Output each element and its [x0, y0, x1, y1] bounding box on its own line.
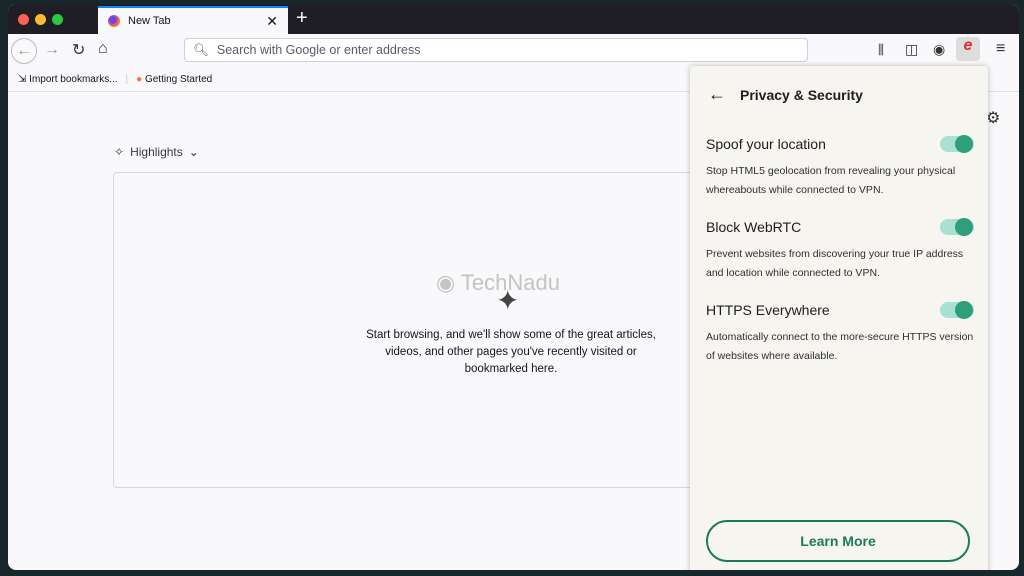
- search-icon: 🔍︎: [193, 42, 209, 57]
- account-icon[interactable]: ◉: [933, 41, 945, 58]
- menu-icon[interactable]: ≡: [996, 40, 1005, 58]
- nav-toolbar: ← → ↻ ⌂ 🔍︎ Search with Google or enter ad…: [8, 34, 1019, 68]
- panel-title: Privacy & Security: [740, 86, 863, 103]
- firefox-icon: ●: [136, 74, 143, 85]
- tab-new-tab[interactable]: New Tab ✕: [98, 6, 288, 34]
- back-button[interactable]: ←: [11, 38, 37, 64]
- reload-button[interactable]: ↻: [72, 40, 85, 60]
- close-window-button[interactable]: [18, 14, 29, 25]
- bookmark-label: Getting Started: [144, 74, 213, 85]
- firefox-icon: [108, 15, 120, 27]
- tab-title: New Tab: [128, 15, 171, 27]
- address-bar[interactable]: 🔍︎ Search with Google or enter address: [184, 38, 808, 62]
- vpn-privacy-panel: ← Privacy & Security Spoof your location S…: [690, 66, 988, 570]
- gear-icon[interactable]: ⚙: [986, 108, 1000, 128]
- bookmark-getting-started[interactable]: ● Getting Started: [136, 74, 212, 85]
- section-title: Highlights: [130, 145, 183, 159]
- bookmark-import[interactable]: ⇲ Import bookmarks...: [18, 74, 118, 85]
- sparkle-icon: ✧: [114, 145, 125, 159]
- close-tab-icon[interactable]: ✕: [266, 13, 278, 30]
- option-title: Spoof your location: [706, 136, 826, 152]
- empty-message: Start browsing, and we'll show some of t…: [366, 329, 656, 375]
- block-webrtc-toggle[interactable]: [940, 218, 974, 236]
- option-title: HTTPS Everywhere: [706, 302, 830, 318]
- back-arrow-icon[interactable]: ←: [708, 84, 726, 105]
- option-spoof-location: Spoof your location Stop HTML5 geolocatio…: [706, 135, 976, 200]
- browser-window: New Tab ✕ + ← → ↻ ⌂ 🔍︎ Search with Google …: [8, 4, 1019, 570]
- option-block-webrtc: Block WebRTC Prevent websites from discov…: [706, 218, 976, 283]
- minimize-button[interactable]: [35, 14, 46, 25]
- option-description: Prevent websites from discovering your t…: [706, 248, 964, 279]
- option-description: Stop HTML5 geolocation from revealing yo…: [706, 165, 956, 196]
- divider: |: [125, 74, 129, 85]
- option-description: Automatically connect to the more-secure…: [706, 331, 974, 362]
- library-icon[interactable]: ⫼: [878, 42, 884, 58]
- bookmark-label: Import bookmarks...: [29, 74, 118, 85]
- expressvpn-icon[interactable]: e: [956, 37, 980, 61]
- spoof-location-toggle[interactable]: [940, 135, 974, 153]
- learn-more-button[interactable]: Learn More: [706, 520, 970, 562]
- sparkle-icon: ✦: [496, 285, 520, 316]
- address-placeholder: Search with Google or enter address: [216, 43, 421, 57]
- option-https-everywhere: HTTPS Everywhere Automatically connect to…: [706, 301, 976, 366]
- https-everywhere-toggle[interactable]: [940, 301, 974, 319]
- maximize-button[interactable]: [52, 14, 63, 25]
- home-button[interactable]: ⌂: [98, 40, 108, 58]
- tab-strip: New Tab ✕ +: [8, 4, 1019, 34]
- sidebar-icon[interactable]: ◫: [905, 41, 918, 58]
- option-title: Block WebRTC: [706, 219, 802, 235]
- chevron-down-icon: ⌄: [188, 145, 199, 159]
- forward-button[interactable]: →: [44, 41, 60, 59]
- new-tab-button[interactable]: +: [296, 7, 308, 30]
- highlights-header[interactable]: ✧ Highlights ⌄: [114, 145, 199, 159]
